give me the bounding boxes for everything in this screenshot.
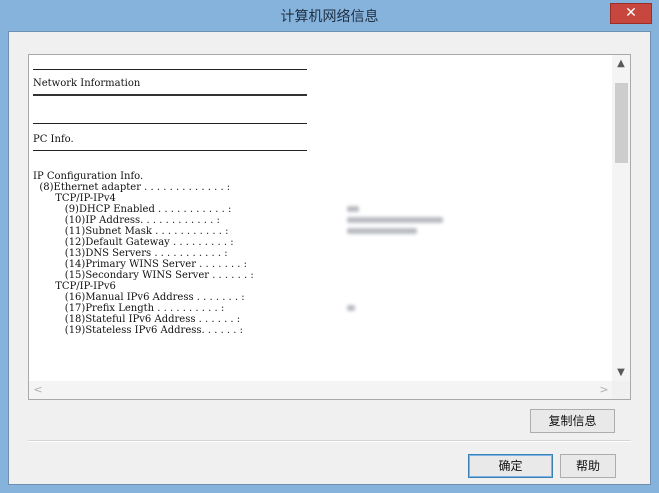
dns-servers-line: (13)DNS Servers . . . . . . . . . . . :	[33, 248, 228, 259]
tcpip-ipv4-line: TCP/IP-IPv4	[33, 193, 116, 204]
manual-ipv6-line: (16)Manual IPv6 Address . . . . . . . :	[33, 292, 245, 303]
scrollbar-corner	[612, 381, 630, 399]
ethernet-adapter-line: (8)Ethernet adapter . . . . . . . . . . …	[33, 182, 231, 193]
close-button[interactable]: ✕	[610, 3, 652, 24]
network-info-content: Network Information PC Info. IP Configur…	[29, 55, 613, 382]
redacted-value	[347, 228, 417, 234]
vertical-scrollbar[interactable]: ▲ ▼	[612, 55, 630, 382]
secondary-wins-line: (15)Secondary WINS Server . . . . . . :	[33, 270, 254, 281]
window-title: 计算机网络信息	[280, 9, 379, 25]
redacted-value	[347, 206, 359, 212]
close-icon: ✕	[625, 5, 637, 21]
divider	[28, 440, 631, 442]
scroll-up-icon[interactable]: ▲	[612, 55, 630, 73]
divider	[33, 69, 307, 70]
pc-info-heading: PC Info.	[33, 134, 74, 145]
prefix-length-line: (17)Prefix Length . . . . . . . . . . :	[33, 303, 225, 314]
scroll-left-icon[interactable]: <	[29, 381, 47, 399]
scroll-right-icon[interactable]: >	[595, 381, 613, 399]
title-bar: 计算机网络信息 ✕	[0, 0, 659, 31]
primary-wins-line: (14)Primary WINS Server . . . . . . . :	[33, 259, 248, 270]
ip-config-line: IP Configuration Info.	[33, 171, 144, 182]
dhcp-enabled-line: (9)DHCP Enabled . . . . . . . . . . . :	[33, 204, 232, 215]
redacted-value	[347, 305, 355, 311]
redacted-value	[347, 217, 443, 223]
dialog-client-area: Network Information PC Info. IP Configur…	[8, 31, 651, 485]
ip-address-line: (10)IP Address. . . . . . . . . . . . :	[33, 215, 220, 226]
divider	[33, 94, 307, 96]
divider	[33, 150, 307, 151]
horizontal-scrollbar[interactable]: < >	[29, 381, 613, 399]
stateless-ipv6-line: (19)Stateless IPv6 Address. . . . . . :	[33, 325, 244, 336]
subnet-mask-line: (11)Subnet Mask . . . . . . . . . . . :	[33, 226, 229, 237]
help-button[interactable]: 帮助	[560, 454, 616, 478]
tcpip-ipv6-line: TCP/IP-IPv6	[33, 281, 116, 292]
stateful-ipv6-line: (18)Stateful IPv6 Address . . . . . . :	[33, 314, 241, 325]
network-info-textbox[interactable]: Network Information PC Info. IP Configur…	[28, 54, 631, 400]
default-gateway-line: (12)Default Gateway . . . . . . . . . :	[33, 237, 234, 248]
scroll-down-icon[interactable]: ▼	[612, 364, 630, 382]
network-info-heading: Network Information	[33, 78, 141, 89]
divider	[33, 123, 307, 124]
copy-info-button[interactable]: 复制信息	[530, 409, 615, 433]
dialog-window: 计算机网络信息 ✕ Network Information PC Info. I…	[0, 0, 659, 493]
ok-button[interactable]: 确定	[468, 454, 553, 478]
vertical-scroll-thumb[interactable]	[615, 83, 628, 163]
